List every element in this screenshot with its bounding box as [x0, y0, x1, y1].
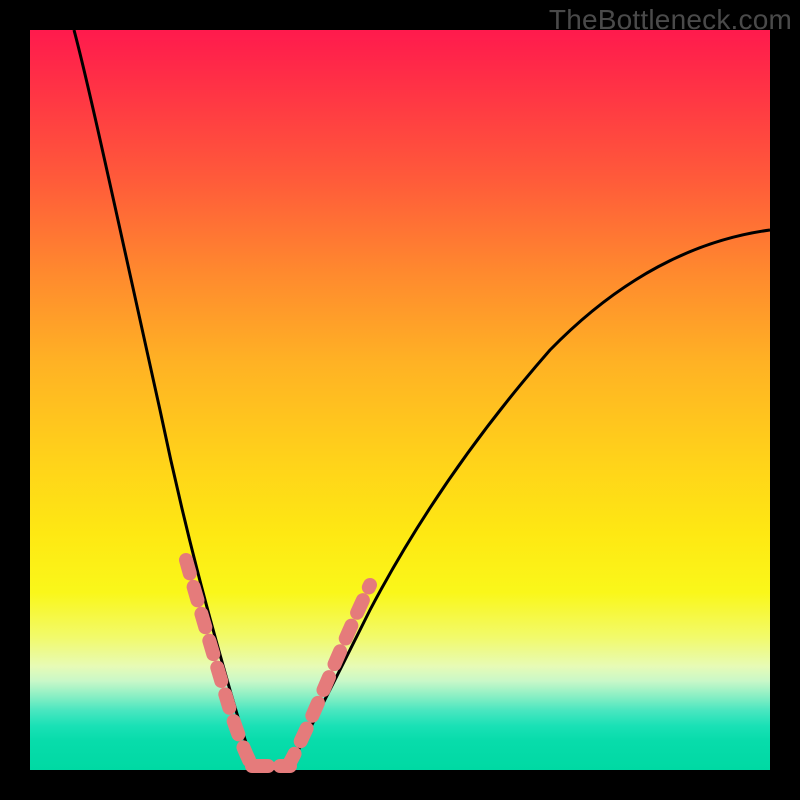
chart-svg — [30, 30, 770, 770]
chart-frame: TheBottleneck.com — [0, 0, 800, 800]
curve-left — [74, 30, 255, 768]
watermark-text: TheBottleneck.com — [549, 4, 792, 36]
curve-right — [288, 230, 770, 768]
dotted-left — [186, 560, 253, 768]
dotted-right — [288, 585, 370, 766]
